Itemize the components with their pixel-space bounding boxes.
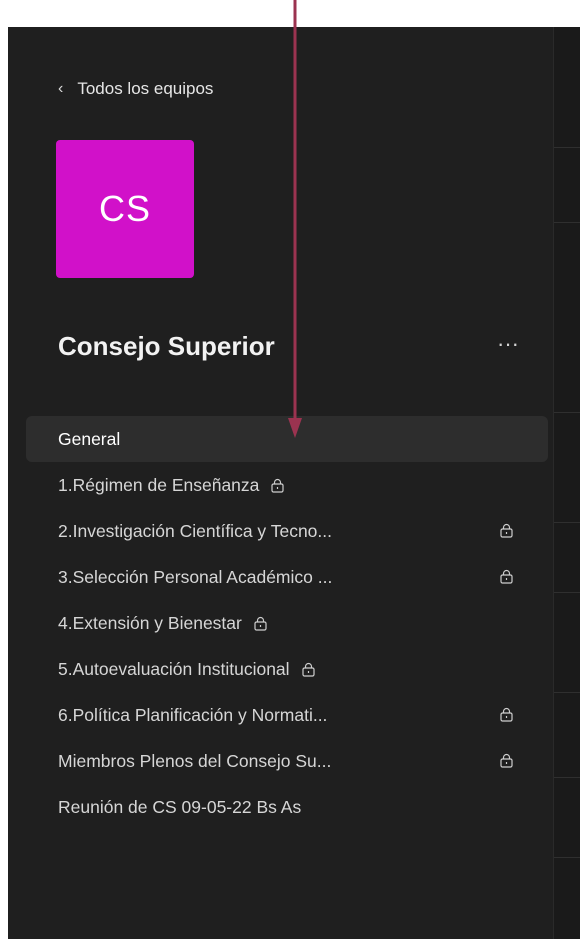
channel-label: 2.Investigación Científica y Tecno... xyxy=(58,520,332,541)
channel-label: 5.Autoevaluación Institucional xyxy=(58,658,290,679)
team-name: Consejo Superior xyxy=(58,331,275,361)
channel-label: 1.Régimen de Enseñanza xyxy=(58,474,260,495)
divider xyxy=(554,522,580,523)
divider xyxy=(554,857,580,858)
lock-icon xyxy=(500,753,513,768)
channel-label: 3.Selección Personal Académico ... xyxy=(58,566,333,587)
channel-item[interactable]: General xyxy=(26,416,548,462)
more-options-button[interactable]: ··· xyxy=(492,333,524,357)
channel-label: Reunión de CS 09-05-22 Bs As xyxy=(58,796,302,817)
divider xyxy=(554,222,580,223)
team-initials: CS xyxy=(98,188,151,229)
back-link-label: Todos los equipos xyxy=(77,79,214,98)
lock-icon xyxy=(500,707,513,722)
channel-label: 4.Extensión y Bienestar xyxy=(58,612,242,633)
channel-item[interactable]: Reunión de CS 09-05-22 Bs As xyxy=(26,784,548,830)
main-pane-edge xyxy=(553,27,580,939)
channel-item[interactable]: 6.Política Planificación y Normati... xyxy=(26,692,548,738)
channel-item[interactable]: 5.Autoevaluación Institucional xyxy=(26,646,548,692)
team-avatar[interactable]: CS xyxy=(56,140,194,278)
divider xyxy=(554,692,580,693)
lock-icon xyxy=(271,478,284,493)
chevron-left-icon: ‹ xyxy=(58,80,64,97)
channel-list: General 1.Régimen de Enseñanza 2.Investi… xyxy=(26,416,548,830)
channel-item[interactable]: 2.Investigación Científica y Tecno... xyxy=(26,508,548,554)
back-to-all-teams-link[interactable]: ‹ Todos los equipos xyxy=(58,77,213,101)
divider xyxy=(554,592,580,593)
channel-item[interactable]: 1.Régimen de Enseñanza xyxy=(26,462,548,508)
lock-icon xyxy=(500,569,513,584)
team-sidebar: ‹ Todos los equipos CS Consejo Superior … xyxy=(8,27,553,939)
lock-icon xyxy=(500,523,513,538)
channel-item[interactable]: 3.Selección Personal Académico ... xyxy=(26,554,548,600)
more-icon: ··· xyxy=(497,331,519,356)
annotation-arrow-icon xyxy=(288,0,302,438)
channel-label: 6.Política Planificación y Normati... xyxy=(58,704,328,725)
divider xyxy=(554,147,580,148)
channel-item[interactable]: 4.Extensión y Bienestar xyxy=(26,600,548,646)
channel-label: Miembros Plenos del Consejo Su... xyxy=(58,750,332,771)
divider xyxy=(554,412,580,413)
channel-label: General xyxy=(58,428,121,449)
channel-item[interactable]: Miembros Plenos del Consejo Su... xyxy=(26,738,548,784)
lock-icon xyxy=(254,616,267,631)
divider xyxy=(554,777,580,778)
lock-icon xyxy=(301,662,315,677)
